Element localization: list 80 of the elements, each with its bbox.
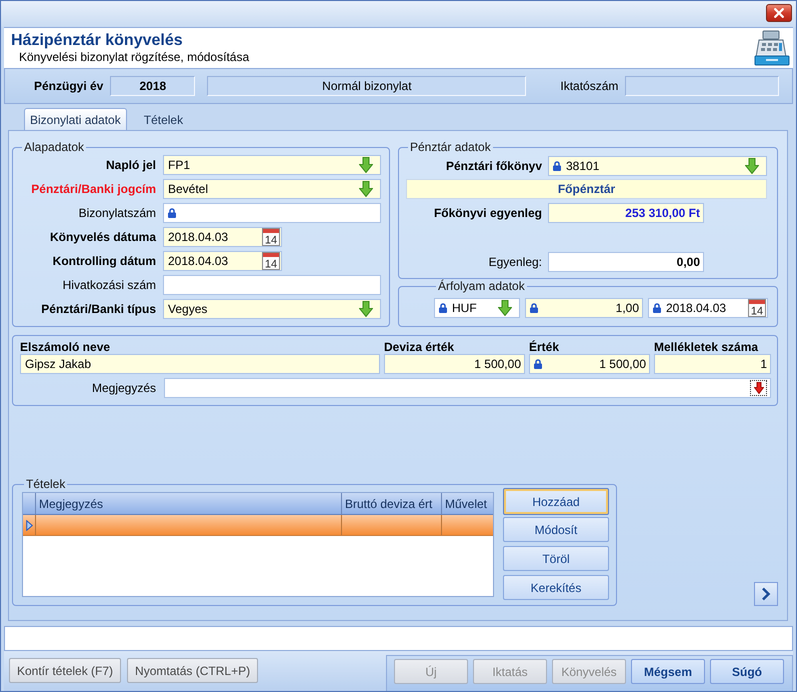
dropdown-field[interactable]: 38101: [548, 156, 767, 176]
field-label: Pénztári főkönyv: [444, 158, 542, 172]
column-header: Deviza érték: [384, 340, 456, 354]
field-label: Pénztári/Banki jogcím: [30, 182, 156, 196]
text-field[interactable]: Gipsz Jakab: [20, 354, 380, 374]
column-header: Művelet: [444, 496, 488, 512]
number-field[interactable]: 1 500,00: [529, 354, 650, 374]
action-button[interactable]: Kerekítés: [503, 575, 609, 600]
group-title: Árfolyam adatok: [437, 280, 526, 293]
lock-icon: [168, 208, 176, 218]
dropdown-field[interactable]: HUF: [434, 298, 520, 318]
date-field[interactable]: 2018.04.03 14: [163, 251, 282, 271]
dropdown-field[interactable]: Bevétel: [163, 179, 381, 199]
column-header: Megjegyzés: [36, 493, 342, 514]
chevron-right-icon: [761, 587, 771, 601]
number-field[interactable]: 1: [654, 354, 771, 374]
column-header: Elszámoló neve: [20, 340, 112, 354]
field-label: Bizonylatszám: [78, 206, 156, 220]
row-indicator-icon: [26, 520, 33, 530]
footer-button[interactable]: Nyomtatás (CTRL+P): [127, 658, 258, 683]
action-button[interactable]: Módosít: [503, 517, 609, 542]
filing-number-label: Iktatószám: [560, 79, 618, 93]
cash-register-icon: [754, 30, 790, 66]
form-subtitle: Könyvelési bizonylat rögzítése, módosítása: [18, 50, 250, 64]
number-field[interactable]: 1 500,00: [384, 354, 525, 374]
arrow-down-icon: [754, 382, 764, 394]
date-field[interactable]: 2018.04.03 14: [648, 298, 768, 318]
tab[interactable]: Tételek: [138, 108, 190, 130]
close-button[interactable]: [766, 4, 792, 22]
arrow-down-icon[interactable]: [359, 157, 373, 173]
lock-icon: [553, 160, 561, 170]
field-label: Megjegyzés: [90, 381, 156, 395]
dropdown-button[interactable]: [750, 380, 767, 396]
amount-field: 0,00: [548, 252, 704, 272]
action-button[interactable]: Hozzáad: [503, 488, 609, 515]
field-label: Napló jel: [104, 158, 156, 172]
fiscal-year-field: 2018: [110, 76, 196, 96]
arrow-down-icon[interactable]: [359, 301, 373, 317]
column-header: Érték: [529, 340, 560, 354]
fiscal-year-label: Pénzügyi év: [34, 79, 104, 93]
field-label: Főkönyvi egyenleg: [432, 206, 542, 220]
tab[interactable]: Bizonylati adatok: [24, 108, 127, 130]
dropdown-field[interactable]: FP1: [163, 155, 381, 175]
field-label: Kontrolling dátum: [52, 254, 156, 268]
arrow-down-icon[interactable]: [745, 158, 759, 174]
action-button[interactable]: Töröl: [503, 546, 609, 571]
text-field[interactable]: [163, 275, 381, 295]
document-type-field: Normál bizonylat: [207, 76, 526, 96]
next-button[interactable]: [754, 582, 778, 606]
column-header: Bruttó deviza ért: [342, 493, 442, 514]
group-title: Alapadatok: [23, 141, 86, 154]
field-label: Egyenleg:: [488, 255, 542, 269]
lock-icon: [530, 303, 538, 313]
cash-desk-name: Főpénztár: [406, 179, 767, 199]
lock-icon: [439, 303, 447, 313]
form-title: Házipénztár könyvelés: [11, 32, 184, 50]
lock-icon: [534, 359, 542, 369]
footer-button[interactable]: Mégsem: [631, 659, 705, 684]
arrow-down-icon[interactable]: [498, 300, 512, 316]
amount-field: 253 310,00 Ft: [548, 203, 704, 223]
note-field[interactable]: [164, 378, 771, 398]
number-field[interactable]: 1,00: [525, 298, 643, 318]
column-header: Mellékletek száma: [654, 340, 760, 354]
field-label: Könyvelés dátuma: [48, 230, 156, 244]
dropdown-field[interactable]: Vegyes: [163, 299, 381, 319]
lock-icon: [653, 303, 661, 313]
group-title: Tételek: [25, 478, 66, 491]
footer-button[interactable]: Kontír tételek (F7): [9, 658, 122, 683]
field-label: Pénztári/Banki típus: [40, 302, 156, 316]
close-icon: [774, 8, 784, 18]
group-title: Pénztár adatok: [409, 141, 492, 154]
calendar-icon[interactable]: 14: [262, 228, 280, 246]
arrow-down-icon[interactable]: [359, 181, 373, 197]
date-field[interactable]: 2018.04.03 14: [163, 227, 282, 247]
calendar-icon[interactable]: 14: [262, 252, 280, 270]
text-field[interactable]: [163, 203, 381, 223]
calendar-icon[interactable]: 14: [748, 299, 766, 317]
footer-button[interactable]: Súgó: [710, 659, 784, 684]
table-row[interactable]: [23, 515, 493, 536]
field-label: Hivatkozási szám: [62, 278, 156, 292]
